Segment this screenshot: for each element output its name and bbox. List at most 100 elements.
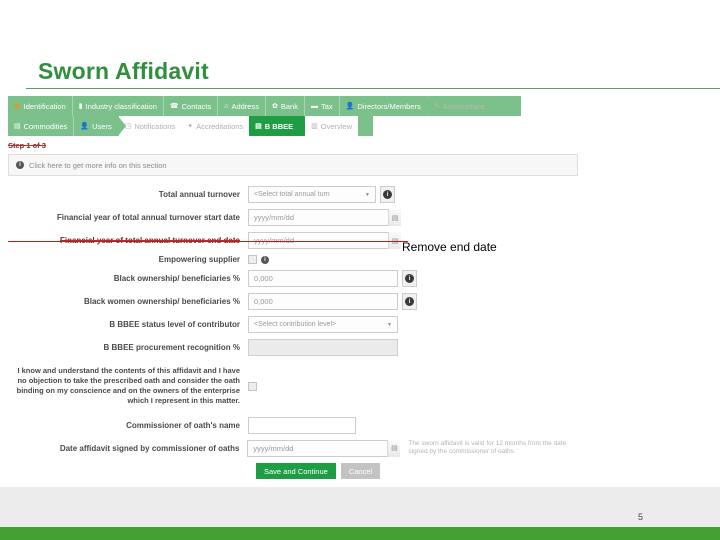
help-button-total-annual-turnover[interactable]: i <box>380 186 395 203</box>
tab-accreditations-label: Accreditations <box>196 121 244 131</box>
field-row-total-annual-turnover: Total annual turnover <Select total annu… <box>8 186 578 203</box>
tab-commodities-label: Commodities <box>23 121 68 131</box>
tab-b-bbee[interactable]: ▤ B BBEE <box>249 116 315 136</box>
label-black-ownership: Black ownership/ beneficiaries % <box>113 274 240 283</box>
checkbox-affidavit-acknowledgement[interactable] <box>248 381 257 391</box>
field-row-affidavit-acknowledgement: I know and understand the contents of th… <box>8 366 578 407</box>
tab-bar-row-2: ▤ Commodities 👤 Users ◳ Notifications ✦ … <box>8 116 373 136</box>
help-button-black-ownership[interactable]: i <box>402 270 417 287</box>
label-commissioner-name: Commissioner of oath's name <box>126 420 240 430</box>
control-total-annual-turnover: <Select total annual turn ▼ i <box>248 186 395 203</box>
page-number: 5 <box>638 512 644 522</box>
tab-contacts[interactable]: ☎ Contacts <box>164 96 219 116</box>
field-row-status-level: B BBEE status level of contributor <Sele… <box>8 316 578 333</box>
input-turnover-start-date[interactable]: yyyy/mm/dd <box>248 209 398 226</box>
page-title: Sworn Affidavit <box>38 58 209 84</box>
annotation-remove-end-date: Remove end date <box>402 240 497 254</box>
input-black-women-ownership-value: 0,000 <box>254 297 273 306</box>
user-icon: 👤 <box>80 122 90 130</box>
control-commissioner-date: yyyy/mm/dd ▤ <box>247 439 401 457</box>
checkbox-empowering-supplier[interactable] <box>248 255 257 264</box>
input-black-women-ownership[interactable]: 0,000 <box>248 293 398 310</box>
control-black-women-ownership: 0,000 i <box>248 293 417 310</box>
save-and-continue-button[interactable]: Save and Continue <box>256 463 336 480</box>
b-bbee-form: Total annual turnover <Select total annu… <box>8 186 578 480</box>
tab-accreditations[interactable]: ✦ Accreditations <box>181 116 250 136</box>
field-row-commissioner-date: Date affidavit signed by commissioner of… <box>8 440 578 458</box>
info-banner-text: Click here to get more info on this sect… <box>29 160 167 170</box>
input-commissioner-date[interactable]: yyyy/mm/dd <box>247 439 398 457</box>
label-turnover-start-date: Financial year of total annual turnover … <box>56 213 240 222</box>
tab-notifications-label: Notifications <box>134 121 176 131</box>
home-icon: ⌂ <box>224 102 229 110</box>
tab-industry-classification[interactable]: ▮ Industry classification <box>73 96 164 116</box>
tab-tax[interactable]: ▬ Tax <box>305 96 340 116</box>
info-icon: i <box>405 297 414 306</box>
tab-address[interactable]: ⌂ Address <box>218 96 266 116</box>
tab-directors-members[interactable]: 👤 Directors/Members <box>340 96 435 116</box>
tab-bar-row-1: ▦ Identification ▮ Industry classificati… <box>8 96 521 116</box>
user-icon: 👤 <box>345 102 355 110</box>
step-indicator: Step 1 of 3 <box>8 141 46 150</box>
tab-overview[interactable]: ▥ Overview <box>305 116 359 136</box>
control-procurement-recognition <box>248 339 398 356</box>
tab-bank[interactable]: ✿ Bank <box>266 96 305 116</box>
tab-industry-classification-label: Industry classification <box>85 101 157 111</box>
tab-identification[interactable]: ▦ Identification <box>8 96 73 116</box>
cancel-button[interactable]: Cancel <box>340 463 381 480</box>
calendar-icon[interactable]: ▤ <box>388 209 401 226</box>
label-total-annual-turnover: Total annual turnover <box>158 190 240 199</box>
tab-overview-label: Overview <box>320 121 353 131</box>
input-turnover-start-date-value: yyyy/mm/dd <box>254 213 295 222</box>
slide-root: Sworn Affidavit ▦ Identification ▮ Indus… <box>0 0 720 540</box>
field-row-empowering-supplier: Empowering supplier i <box>8 255 578 264</box>
label-commissioner-date: Date affidavit signed by commissioner of… <box>59 443 240 453</box>
tab-commodities[interactable]: ▤ Commodities <box>8 116 75 136</box>
input-commissioner-name[interactable] <box>248 416 356 434</box>
tab-associations-label: Associations <box>442 101 485 111</box>
tab-bank-label: Bank <box>280 101 298 111</box>
footer-band <box>0 487 720 527</box>
monitor-icon: ▤ <box>14 122 21 130</box>
input-black-ownership-value: 0,000 <box>254 274 273 283</box>
control-empowering-supplier: i <box>248 255 269 264</box>
info-icon: i <box>16 161 24 169</box>
phone-icon: ☎ <box>169 102 179 110</box>
tab-directors-members-label: Directors/Members <box>357 101 421 111</box>
chevron-down-icon: ▼ <box>387 321 392 328</box>
field-row-turnover-start-date: Financial year of total annual turnover … <box>8 209 578 226</box>
label-empowering-supplier: Empowering supplier <box>158 255 240 264</box>
control-black-ownership: 0,000 i <box>248 270 417 287</box>
application-screenshot: ▦ Identification ▮ Industry classificati… <box>8 96 588 480</box>
select-status-level[interactable]: <Select contribution level> ▼ <box>248 316 398 333</box>
tab-b-bbee-label: B BBEE <box>264 121 294 131</box>
commissioner-date-help-text: The sworn affidavit is valid for 12 mont… <box>408 439 567 456</box>
tab-users[interactable]: 👤 Users <box>74 116 127 136</box>
tab-notifications[interactable]: ◳ Notifications <box>118 116 182 136</box>
calendar-icon[interactable]: ▤ <box>387 439 401 457</box>
info-icon[interactable]: i <box>261 255 269 264</box>
affidavit-statement: I know and understand the contents of th… <box>16 366 240 406</box>
list-icon: ▥ <box>311 122 318 130</box>
label-procurement-recognition: B BBEE procurement recognition % <box>103 343 240 352</box>
info-icon: i <box>383 190 392 199</box>
field-row-black-women-ownership: Black women ownership/ beneficiaries % 0… <box>8 293 578 310</box>
badge-icon: ✦ <box>187 122 194 130</box>
title-divider <box>26 88 720 89</box>
control-turnover-start-date: yyyy/mm/dd ▤ <box>248 209 401 226</box>
info-icon: i <box>405 274 414 283</box>
bank-icon: ✿ <box>271 102 278 110</box>
control-commissioner-name <box>248 416 356 434</box>
field-row-black-ownership: Black ownership/ beneficiaries % 0,000 i <box>8 270 578 287</box>
tab-associations[interactable]: ✎ Associations <box>428 96 491 116</box>
help-button-black-women-ownership[interactable]: i <box>402 293 417 310</box>
grid-icon: ▦ <box>14 102 21 110</box>
select-status-level-value: <Select contribution level> <box>254 321 337 328</box>
monitor-icon: ▤ <box>255 122 262 130</box>
control-affidavit-acknowledgement <box>248 381 257 391</box>
input-black-ownership[interactable]: 0,000 <box>248 270 398 287</box>
select-total-annual-turnover[interactable]: <Select total annual turn ▼ <box>248 186 376 203</box>
form-actions: Save and Continue Cancel <box>256 463 578 480</box>
info-banner[interactable]: i Click here to get more info on this se… <box>8 154 578 176</box>
tab-identification-label: Identification <box>23 101 66 111</box>
